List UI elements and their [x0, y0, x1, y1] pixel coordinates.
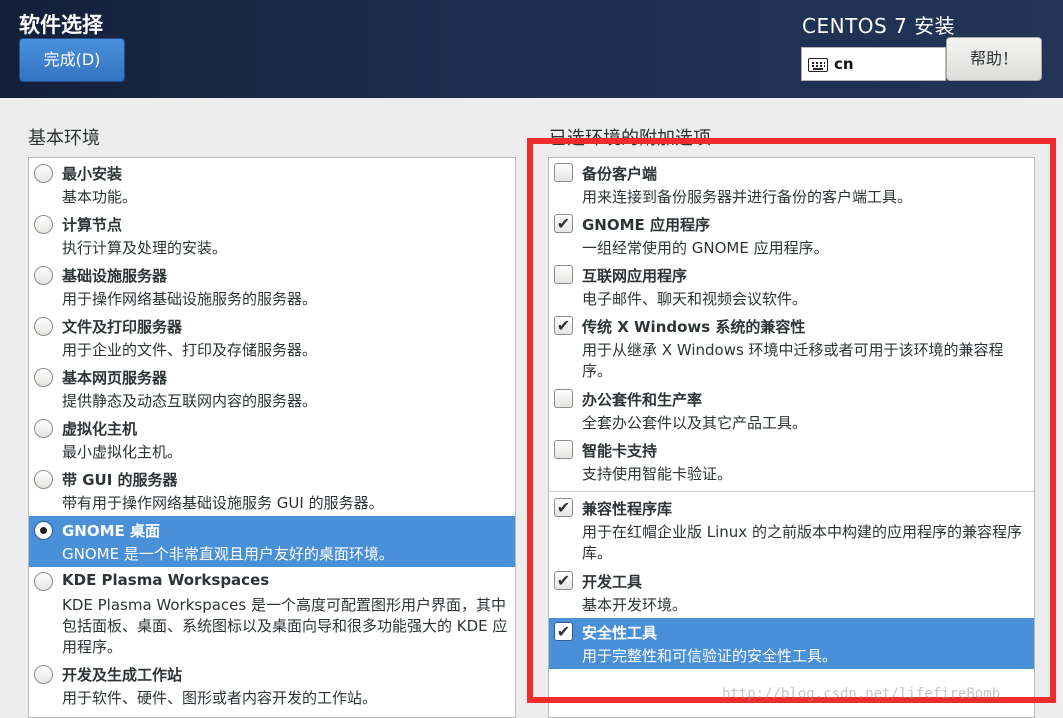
addon-item-desc: 用于在红帽企业版 Linux 的之前版本中构建的应用程序的兼容程序库。: [582, 523, 1022, 562]
radio-button[interactable]: [34, 665, 53, 684]
env-item-title: 文件及打印服务器: [62, 318, 183, 336]
checkbox[interactable]: [554, 163, 573, 182]
env-item-title: KDE Plasma Workspaces: [62, 571, 270, 589]
env-item-file-print-server[interactable]: 文件及打印服务器 用于企业的文件、打印及存储服务器。: [29, 312, 515, 363]
env-item-desc: 用于操作网络基础设施服务的服务器。: [62, 290, 318, 308]
addon-item-backup-client[interactable]: 备份客户端 用来连接到备份服务器并进行备份的客户端工具。: [549, 159, 1034, 210]
addon-item-title: 兼容性程序库: [582, 500, 673, 518]
env-item-server-with-gui[interactable]: 带 GUI 的服务器 带有用于操作网络基础设施服务 GUI 的服务器。: [29, 465, 515, 516]
addon-item-gnome-apps[interactable]: ✔ GNOME 应用程序 一组经常使用的 GNOME 应用程序。: [549, 210, 1034, 261]
env-item-gnome-desktop[interactable]: GNOME 桌面 GNOME 是一个非常直观且用户友好的桌面环境。: [29, 516, 515, 567]
addon-item-desc: 电子邮件、聊天和视频会议软件。: [582, 290, 808, 308]
radio-button[interactable]: [34, 419, 53, 438]
checkbox-checked[interactable]: ✔: [554, 498, 573, 517]
env-item-desc: GNOME 是一个非常直观且用户友好的桌面环境。: [62, 545, 394, 563]
addon-item-legacy-x[interactable]: ✔ 传统 X Windows 系统的兼容性 用于从继承 X Windows 环境…: [549, 312, 1034, 385]
addon-item-title: GNOME 应用程序: [582, 216, 711, 234]
env-item-virtualization-host[interactable]: 虚拟化主机 最小虚拟化主机。: [29, 414, 515, 465]
list-separator: [549, 491, 1034, 492]
env-item-title: 虚拟化主机: [62, 420, 138, 438]
env-item-title: 计算节点: [62, 216, 123, 234]
addon-item-title: 备份客户端: [582, 165, 658, 183]
env-item-desc: 用于企业的文件、打印及存储服务器。: [62, 341, 318, 359]
base-environment-list: 最小安装 基本功能。 计算节点 执行计算及处理的安装。 基础设施服务器 用于操作…: [28, 157, 516, 718]
addon-item-title: 传统 X Windows 系统的兼容性: [582, 318, 806, 336]
env-item-title: 带 GUI 的服务器: [62, 471, 178, 489]
env-item-title: GNOME 桌面: [62, 522, 161, 540]
addon-item-title: 安全性工具: [582, 624, 658, 642]
addon-item-title: 互联网应用程序: [582, 267, 688, 285]
checkbox-checked[interactable]: ✔: [554, 316, 573, 335]
addon-item-desc: 支持使用智能卡验证。: [582, 465, 733, 483]
addon-item-title: 智能卡支持: [582, 442, 658, 460]
addon-item-desc: 一组经常使用的 GNOME 应用程序。: [582, 239, 829, 257]
env-item-title: 最小安装: [62, 165, 123, 183]
addon-item-security-tools[interactable]: ✔ 安全性工具 用于完整性和可信验证的安全性工具。: [549, 618, 1034, 669]
env-item-compute-node[interactable]: 计算节点 执行计算及处理的安装。: [29, 210, 515, 261]
env-item-desc: 提供静态及动态互联网内容的服务器。: [62, 392, 318, 410]
env-item-desc: 用于软件、硬件、图形或者内容开发的工作站。: [62, 689, 378, 707]
addon-item-office-suite[interactable]: 办公套件和生产率 全套办公套件以及其它产品工具。: [549, 385, 1034, 436]
radio-button[interactable]: [34, 164, 53, 183]
env-item-infrastructure-server[interactable]: 基础设施服务器 用于操作网络基础设施服务的服务器。: [29, 261, 515, 312]
addons-list: 备份客户端 用来连接到备份服务器并进行备份的客户端工具。 ✔ GNOME 应用程…: [548, 157, 1035, 718]
help-button[interactable]: 帮助！: [946, 37, 1042, 81]
env-item-web-server[interactable]: 基本网页服务器 提供静态及动态互联网内容的服务器。: [29, 363, 515, 414]
env-item-minimal[interactable]: 最小安装 基本功能。: [29, 159, 515, 210]
checkbox[interactable]: [554, 265, 573, 284]
done-button[interactable]: 完成(D): [19, 38, 125, 82]
checkbox[interactable]: [554, 440, 573, 459]
checkbox[interactable]: [554, 389, 573, 408]
addon-item-dev-tools[interactable]: ✔ 开发工具 基本开发环境。: [549, 567, 1034, 618]
env-item-dev-workstation[interactable]: 开发及生成工作站 用于软件、硬件、图形或者内容开发的工作站。: [29, 660, 515, 716]
env-item-kde-plasma[interactable]: KDE Plasma Workspaces KDE Plasma Workspa…: [29, 567, 515, 660]
checkbox-checked[interactable]: ✔: [554, 622, 573, 641]
addon-item-desc: 用于完整性和可信验证的安全性工具。: [582, 647, 838, 665]
env-item-title: 基本网页服务器: [62, 369, 168, 387]
addon-item-compat-libs[interactable]: ✔ 兼容性程序库 用于在红帽企业版 Linux 的之前版本中构建的应用程序的兼容…: [549, 494, 1034, 567]
radio-button[interactable]: [34, 470, 53, 489]
addon-item-title: 办公套件和生产率: [582, 391, 703, 409]
radio-button[interactable]: [34, 215, 53, 234]
env-item-title: 开发及生成工作站: [62, 666, 183, 684]
radio-button[interactable]: [34, 266, 53, 285]
radio-button[interactable]: [34, 572, 53, 591]
addons-heading: 已选环境的附加选项: [549, 128, 711, 149]
addon-item-desc: 用来连接到备份服务器并进行备份的客户端工具。: [582, 188, 913, 206]
addon-item-desc: 基本开发环境。: [582, 596, 688, 614]
env-item-desc: KDE Plasma Workspaces 是一个高度可配置图形用户界面，其中包…: [62, 596, 508, 656]
header-bar: 软件选择 完成(D) CENTOS 7 安装 cn 帮助！: [0, 0, 1063, 98]
addon-item-title: 开发工具: [582, 573, 643, 591]
page-title: 软件选择: [19, 13, 103, 37]
addon-item-desc: 用于从继承 X Windows 环境中迁移或者可用于该环境的兼容程序。: [582, 341, 1004, 380]
env-item-desc: 执行计算及处理的安装。: [62, 239, 228, 257]
keyboard-layout-label: cn: [834, 55, 854, 73]
addon-item-internet-apps[interactable]: 互联网应用程序 电子邮件、聊天和视频会议软件。: [549, 261, 1034, 312]
keyboard-icon: [808, 58, 828, 72]
env-item-desc: 基本功能。: [62, 188, 138, 206]
radio-button-selected[interactable]: [34, 521, 53, 540]
addon-item-smart-card[interactable]: 智能卡支持 支持使用智能卡验证。: [549, 436, 1034, 489]
env-item-desc: 带有用于操作网络基础设施服务 GUI 的服务器。: [62, 494, 384, 512]
watermark-text: http://blog.csdn.net/lifefireBomb: [722, 686, 1001, 702]
radio-button[interactable]: [34, 368, 53, 387]
base-environment-heading: 基本环境: [28, 128, 100, 149]
addon-item-desc: 全套办公套件以及其它产品工具。: [582, 414, 808, 432]
checkbox-checked[interactable]: ✔: [554, 214, 573, 233]
product-title: CENTOS 7 安装: [802, 14, 956, 38]
checkbox-checked[interactable]: ✔: [554, 571, 573, 590]
keyboard-layout-indicator[interactable]: cn: [801, 47, 946, 81]
radio-button[interactable]: [34, 317, 53, 336]
env-item-desc: 最小虚拟化主机。: [62, 443, 183, 461]
env-item-title: 基础设施服务器: [62, 267, 168, 285]
